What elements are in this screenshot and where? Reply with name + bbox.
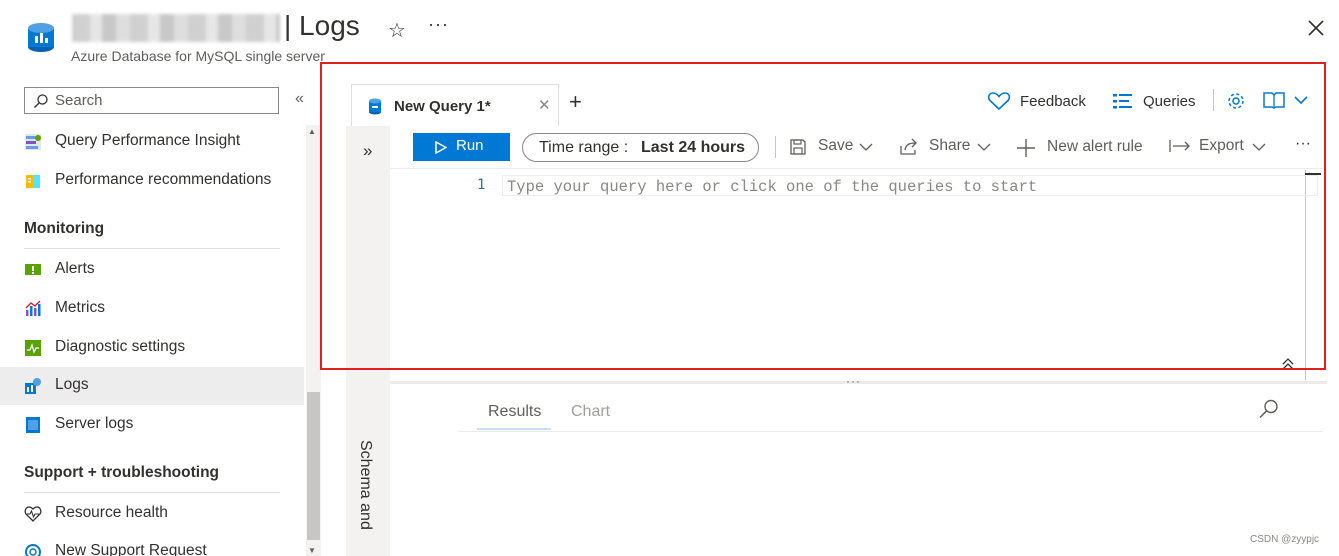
sidebar-item-label: Performance recommendations	[55, 171, 272, 188]
section-divider	[24, 492, 280, 493]
server-logs-icon	[24, 416, 42, 434]
sidebar-item-alerts[interactable]: Alerts	[0, 251, 304, 289]
section-title-support: Support + troubleshooting	[24, 464, 220, 481]
search-placeholder: Search	[55, 92, 103, 109]
metrics-icon	[24, 300, 42, 318]
resource-health-icon	[24, 505, 42, 523]
sidebar-item-label: Resource health	[55, 504, 168, 521]
diagnostic-settings-icon	[24, 339, 42, 357]
sidebar-item-label: Metrics	[55, 299, 105, 316]
scroll-down-icon[interactable]: ▼	[308, 546, 316, 555]
close-icon[interactable]	[1306, 18, 1326, 38]
performance-recommendations-icon	[24, 172, 42, 190]
sidebar-item-resource-health[interactable]: Resource health	[0, 495, 304, 533]
alerts-icon	[24, 261, 42, 279]
section-divider	[24, 248, 280, 249]
section-title-monitoring: Monitoring	[24, 220, 105, 237]
sidebar-item-label: New Support Request	[55, 542, 207, 556]
highlight-annotation-frame	[320, 62, 1326, 370]
search-icon	[33, 93, 49, 109]
scroll-up-icon[interactable]: ▲	[308, 127, 316, 136]
sidebar-item-new-support-request[interactable]: New Support Request	[0, 533, 304, 556]
query-performance-icon	[24, 133, 42, 151]
tab-chart[interactable]: Chart	[571, 403, 610, 421]
watermark: CSDN @zyypjc	[1250, 534, 1320, 545]
sidebar-item-server-logs[interactable]: Server logs	[0, 406, 304, 444]
schema-panel-label[interactable]: Schema and	[356, 440, 374, 530]
sidebar-item-label: Server logs	[55, 415, 134, 432]
sidebar-item-label: Diagnostic settings	[55, 338, 186, 355]
sidebar-item-query-performance-insight[interactable]: Query Performance Insight	[0, 123, 304, 161]
results-divider	[459, 431, 1323, 432]
logs-icon	[24, 377, 42, 395]
more-options-icon[interactable]: ···	[428, 14, 449, 35]
splitter-grip-icon[interactable]: ···	[846, 374, 861, 388]
azure-mysql-logo-icon	[24, 20, 58, 54]
sidebar-item-label: Alerts	[55, 260, 95, 277]
sidebar-search-input[interactable]: Search	[24, 87, 279, 114]
sidebar-scrollbar-thumb[interactable]	[307, 392, 320, 540]
sidebar-item-label: Logs	[55, 376, 89, 393]
sidebar-item-metrics[interactable]: Metrics	[0, 290, 304, 328]
sidebar-item-performance-recommendations[interactable]: Performance recommendations	[0, 162, 304, 200]
redacted-server-name	[72, 14, 280, 42]
tab-results[interactable]: Results	[488, 403, 541, 421]
search-icon[interactable]	[1258, 398, 1280, 420]
page-subtitle: Azure Database for MySQL single server	[71, 48, 325, 64]
support-request-icon	[24, 543, 42, 556]
favorite-star-icon[interactable]: ☆	[388, 18, 406, 43]
sidebar-item-diagnostic-settings[interactable]: Diagnostic settings	[0, 329, 304, 367]
page-title: | Logs	[284, 10, 360, 41]
collapse-sidebar-icon[interactable]: «	[295, 90, 304, 108]
sidebar-item-logs[interactable]: Logs	[0, 367, 304, 405]
sidebar-item-label: Query Performance Insight	[55, 132, 241, 149]
results-tab-indicator	[477, 428, 551, 430]
